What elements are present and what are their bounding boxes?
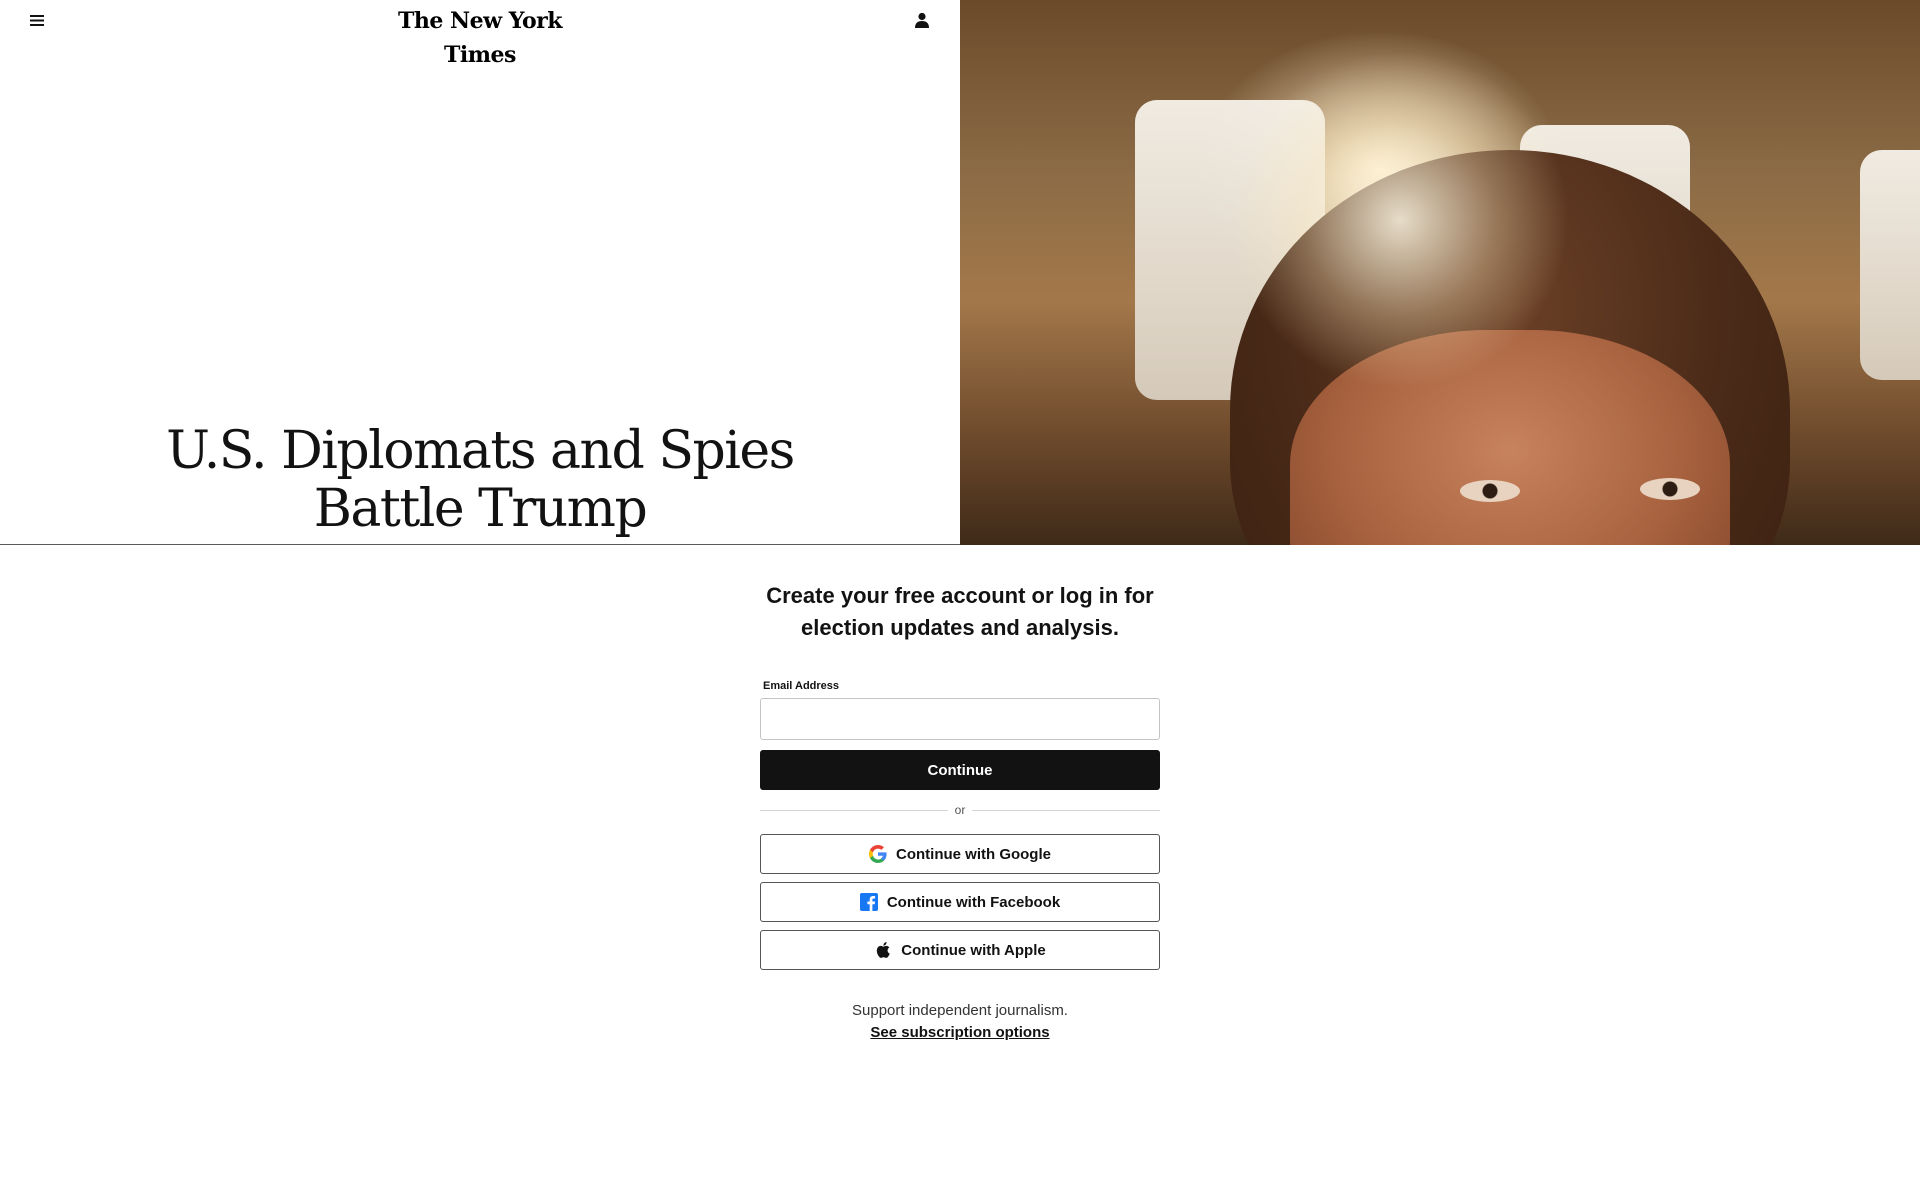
article-top-pane: The New York Times U.S. Diplomats and Sp… — [0, 0, 960, 545]
divider-text: or — [954, 803, 966, 817]
google-button-label: Continue with Google — [896, 845, 1051, 863]
continue-with-google-button[interactable]: Continue with Google — [760, 834, 1160, 874]
hamburger-menu-icon[interactable] — [26, 10, 48, 30]
apple-button-label: Continue with Apple — [901, 941, 1046, 959]
auth-title: Create your free account or log in for e… — [766, 583, 1154, 640]
or-divider: or — [760, 802, 1161, 818]
auth-panel: Create your free account or log in for e… — [760, 580, 1161, 1041]
portrait-eye — [1640, 478, 1700, 500]
background-window — [1860, 150, 1920, 380]
nyt-logo[interactable]: The New York Times — [380, 4, 580, 68]
article-header-region: The New York Times U.S. Diplomats and Sp… — [0, 0, 1920, 545]
article-headline: U.S. Diplomats and Spies Battle Trump — [166, 421, 795, 539]
divider-line — [760, 809, 948, 811]
portrait-eye — [1460, 480, 1520, 502]
light-flare — [1230, 50, 1570, 390]
email-label: Email Address — [763, 680, 840, 692]
facebook-icon — [859, 893, 878, 911]
facebook-button-label: Continue with Facebook — [886, 893, 1061, 911]
continue-with-facebook-button[interactable]: Continue with Facebook — [760, 882, 1160, 922]
hero-image — [960, 0, 1920, 545]
user-account-icon[interactable] — [911, 9, 933, 31]
subscription-options-link[interactable]: See subscription options — [760, 1024, 1160, 1041]
continue-button[interactable]: Continue — [760, 750, 1160, 790]
divider-line — [972, 809, 1161, 811]
google-icon — [869, 845, 887, 863]
apple-icon — [874, 941, 892, 959]
support-text: Support independent journalism. — [852, 1002, 1068, 1019]
email-field[interactable] — [760, 698, 1160, 740]
continue-with-apple-button[interactable]: Continue with Apple — [760, 930, 1160, 970]
